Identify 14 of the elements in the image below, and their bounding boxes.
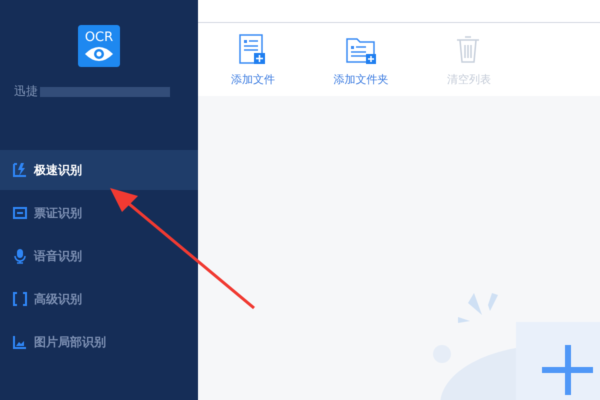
frame-icon [12, 291, 28, 307]
sidebar-item[interactable]: 语音识别 [0, 236, 198, 276]
toolbar-button[interactable]: 添加文件 [218, 32, 288, 87]
sidebar-item[interactable]: 图片局部识别 [0, 322, 198, 362]
app-name: 迅捷 [14, 83, 38, 100]
image-icon [12, 334, 28, 350]
toolbar-button[interactable]: 添加文件夹 [326, 32, 396, 87]
ocr-logo: OCR [78, 25, 120, 67]
card-icon [12, 205, 28, 221]
sidebar-item[interactable]: 高级识别 [0, 279, 198, 319]
mic-icon [12, 248, 28, 264]
sidebar-item[interactable]: 票证识别 [0, 193, 198, 233]
bolt-icon [12, 162, 28, 178]
sidebar-item[interactable]: 极速识别 [0, 150, 198, 190]
